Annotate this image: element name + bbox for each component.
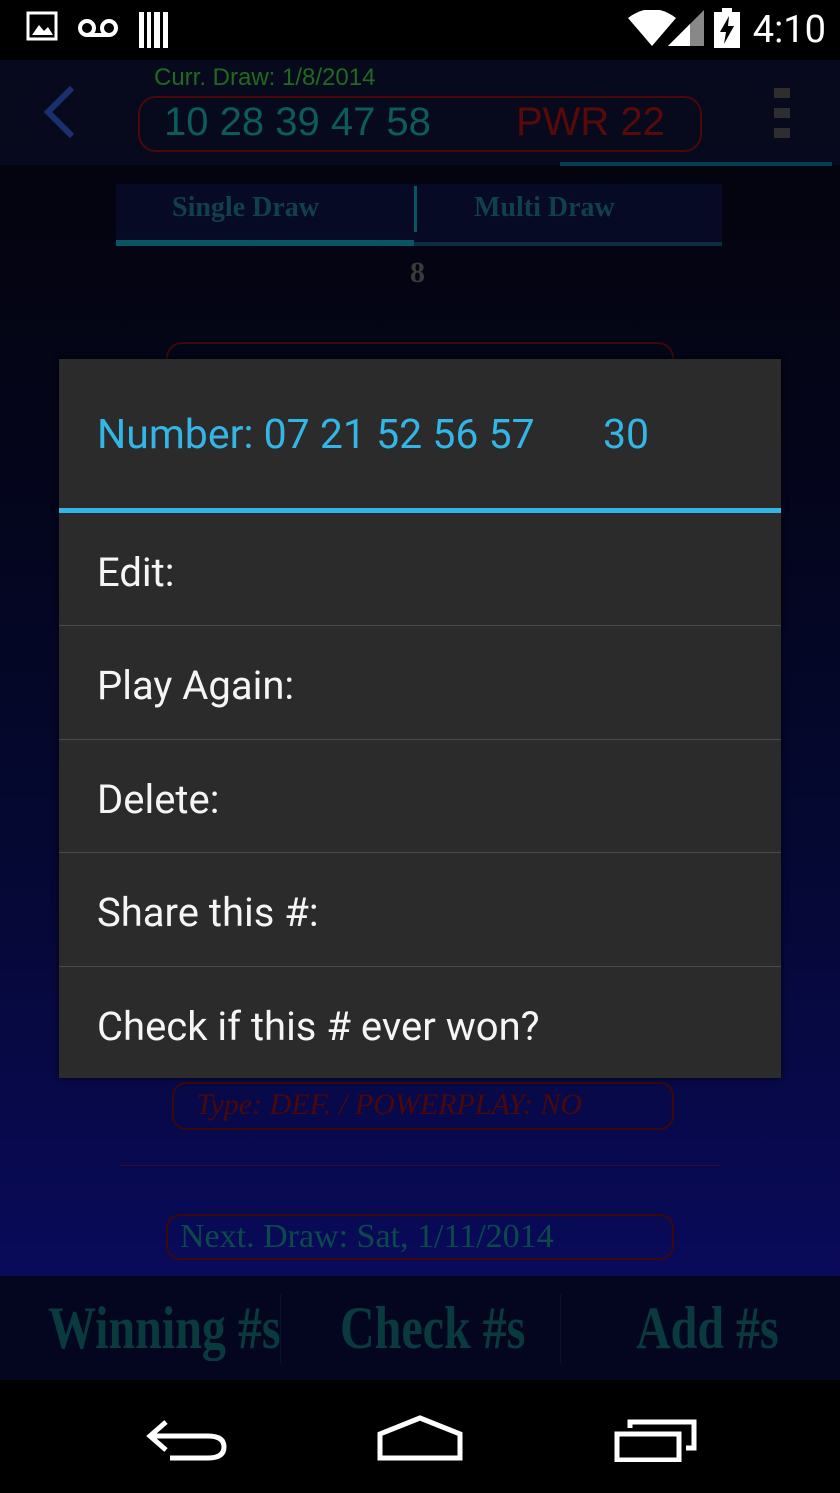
status-bar: 4:10: [0, 0, 840, 60]
menu-item-label: Share this #:: [97, 889, 319, 936]
menu-item-play-again[interactable]: Play Again:: [59, 626, 781, 738]
dialog-title: Number: 07 21 52 56 57 30: [97, 411, 649, 459]
tab-indicator-active: [116, 240, 414, 246]
current-draw-label: Curr. Draw: 1/8/2014: [154, 64, 376, 91]
clock: 4:10: [752, 8, 826, 52]
menu-item-label: Delete:: [97, 776, 220, 823]
dialog-title-numbers: Number: 07 21 52 56 57: [97, 411, 535, 459]
menu-item-label: Play Again:: [97, 662, 295, 709]
tab-single-draw[interactable]: Single Draw: [172, 192, 319, 224]
next-draw-box: Next. Draw: Sat, 1/11/2014: [166, 1214, 674, 1260]
header-underline: [560, 162, 832, 166]
menu-item-edit[interactable]: Edit:: [59, 513, 781, 625]
barcode-icon: [138, 12, 170, 53]
tab-multi-draw[interactable]: Multi Draw: [474, 192, 615, 224]
tab-indicator-inactive: [414, 242, 722, 246]
battery-charging-icon: [714, 8, 740, 53]
back-nav-icon[interactable]: [146, 1416, 230, 1469]
overflow-menu-icon[interactable]: [772, 88, 792, 145]
tab-divider: [414, 186, 417, 232]
bottom-divider: [560, 1294, 561, 1364]
action-bar: Curr. Draw: 1/8/2014 10 28 39 47 58 PWR …: [0, 60, 840, 166]
voicemail-icon: [78, 16, 118, 45]
dialog-title-powerball: 30: [603, 411, 650, 459]
menu-item-label: Edit:: [97, 549, 175, 596]
number-options-dialog: Number: 07 21 52 56 57 30 Edit: Play Aga…: [59, 359, 781, 1078]
image-icon: [26, 10, 58, 47]
menu-item-label: Check if this # ever won?: [97, 1003, 540, 1050]
type-powerplay-text: Type: DEF. / POWERPLAY: NO: [196, 1088, 583, 1121]
type-powerplay-box: Type: DEF. / POWERPLAY: NO: [172, 1082, 674, 1130]
check-numbers-button[interactable]: Check #s: [340, 1294, 525, 1363]
powerball-number: PWR 22: [516, 100, 665, 144]
menu-item-delete[interactable]: Delete:: [59, 740, 781, 852]
menu-item-check-won[interactable]: Check if this # ever won?: [59, 967, 781, 1079]
add-numbers-button[interactable]: Add #s: [636, 1294, 779, 1363]
winning-numbers-button[interactable]: Winning #s: [48, 1294, 281, 1363]
back-arrow-icon[interactable]: [40, 84, 80, 145]
signal-icon: [668, 10, 704, 51]
ticket-count: 8: [410, 256, 425, 289]
bottom-divider: [280, 1294, 281, 1364]
system-nav-bar: [0, 1380, 840, 1493]
current-draw-box: 10 28 39 47 58 PWR 22: [138, 96, 702, 152]
next-draw-text: Next. Draw: Sat, 1/11/2014: [180, 1218, 554, 1255]
draw-tabs: Single Draw Multi Draw: [116, 184, 722, 246]
divider-line: [120, 1165, 720, 1166]
recents-nav-icon[interactable]: [614, 1418, 698, 1467]
home-nav-icon[interactable]: [376, 1414, 464, 1467]
draw-numbers: 10 28 39 47 58: [164, 100, 431, 144]
bottom-nav: Winning #s Check #s Add #s: [0, 1276, 840, 1380]
menu-item-share[interactable]: Share this #:: [59, 853, 781, 965]
